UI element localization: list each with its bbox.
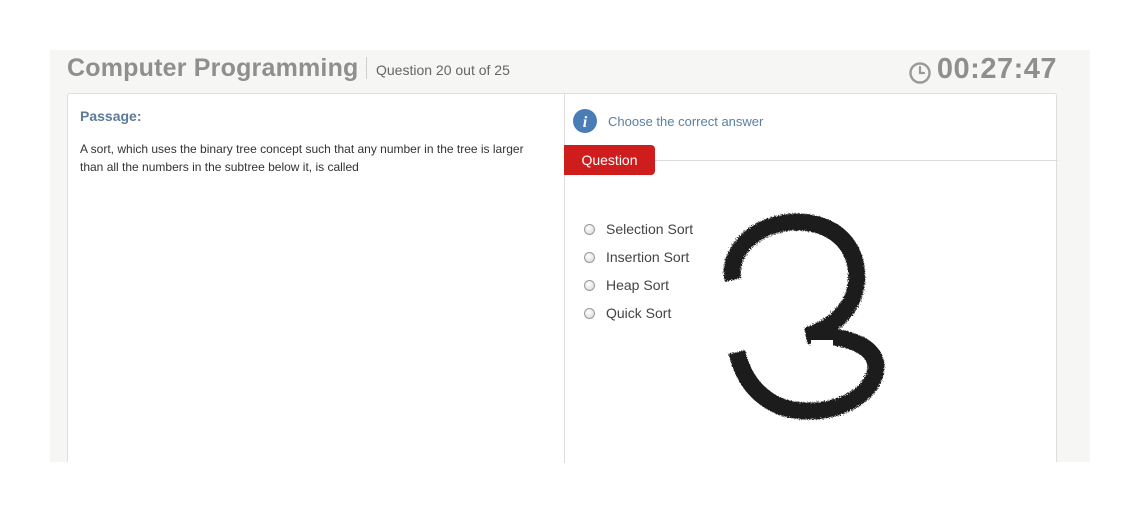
question-counter: Question 20 out of 25: [376, 62, 510, 78]
passage-pane: Passage: A sort, which uses the binary t…: [68, 94, 565, 463]
content-panel: Passage: A sort, which uses the binary t…: [67, 93, 1058, 463]
option-label: Selection Sort: [606, 221, 694, 237]
instruction-text: Choose the correct answer: [608, 114, 764, 129]
info-icon: i: [573, 109, 597, 133]
option-insertion-sort[interactable]: Insertion Sort: [584, 243, 693, 271]
option-heap-sort[interactable]: Heap Sort: [584, 271, 693, 299]
radio-button[interactable]: [584, 307, 595, 319]
header: Computer Programming Question 20 out of …: [50, 50, 1090, 93]
passage-text: A sort, which uses the binary tree conce…: [80, 142, 524, 174]
option-label: Insertion Sort: [606, 249, 690, 265]
svg-text:i: i: [583, 114, 588, 131]
timer: 00:27:47: [909, 53, 1057, 86]
header-divider: [366, 57, 367, 79]
page-title: Computer Programming: [67, 54, 359, 82]
tab-question[interactable]: Question: [564, 145, 655, 175]
option-selection-sort[interactable]: Selection Sort: [584, 215, 693, 243]
clock-icon: [909, 61, 931, 84]
radio-button[interactable]: [584, 279, 595, 291]
option-label: Heap Sort: [606, 277, 670, 293]
radio-button[interactable]: [584, 223, 595, 235]
option-label: Quick Sort: [606, 305, 672, 321]
radio-button[interactable]: [584, 251, 595, 263]
option-quick-sort[interactable]: Quick Sort: [584, 299, 693, 327]
answer-options: Selection Sort Insertion Sort Heap Sort …: [584, 215, 693, 327]
passage-label: Passage:: [80, 108, 142, 124]
test-window: Computer Programming Question 20 out of …: [50, 50, 1090, 463]
timer-value: 00:27:47: [936, 53, 1057, 85]
question-pane: i Choose the correct answer Question Sel…: [564, 94, 1058, 463]
